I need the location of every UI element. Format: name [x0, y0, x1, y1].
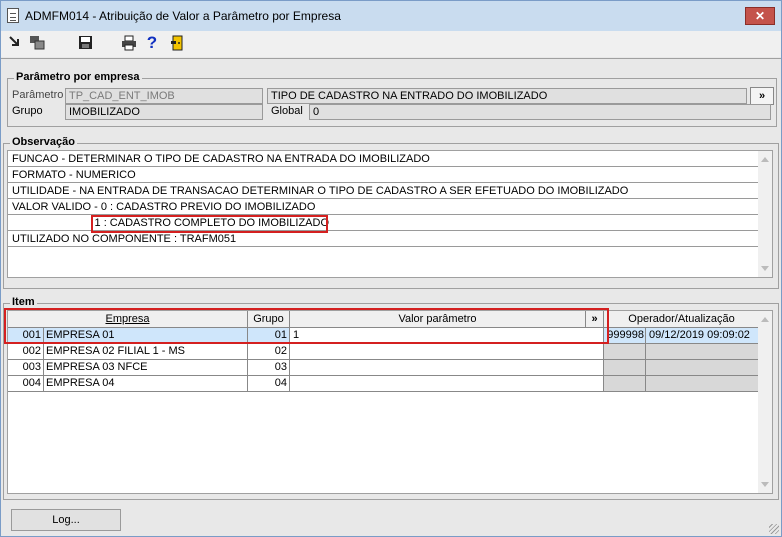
table-cell-grupo[interactable]: 04 [248, 376, 290, 392]
table-cell-operador [604, 360, 646, 376]
scroll-up-icon[interactable] [761, 317, 769, 322]
window-title: ADMFM014 - Atribuição de Valor a Parâmet… [25, 9, 341, 23]
highlight-box-valor-completo [91, 215, 328, 233]
table-cell-atualizacao[interactable]: 09/12/2019 09:09:02 [646, 328, 760, 344]
global-label: Global [271, 105, 303, 117]
observacao-line: UTILIDADE - NA ENTRADA DE TRANSACAO DETE… [8, 183, 760, 199]
exit-icon[interactable] [169, 35, 185, 51]
observacao-box[interactable]: FUNCAO - DETERMINAR O TIPO DE CADASTRO N… [7, 150, 773, 278]
toolbar: ? [1, 31, 781, 57]
help-icon[interactable]: ? [144, 34, 160, 51]
grupo-field[interactable]: IMOBILIZADO [65, 104, 263, 120]
table-cell-codigo[interactable]: 004 [8, 376, 44, 392]
table-cell-empresa[interactable]: EMPRESA 03 NFCE [44, 360, 248, 376]
parametro-label: Parâmetro [12, 89, 64, 101]
scroll-down-icon[interactable] [761, 266, 769, 271]
table-cell-empresa[interactable]: EMPRESA 04 [44, 376, 248, 392]
table-cell-empresa[interactable]: EMPRESA 02 FILIAL 1 - MS [44, 344, 248, 360]
observacao-line: FORMATO - NUMERICO [8, 167, 760, 183]
toolbar-separator [1, 58, 781, 59]
parametro-field[interactable]: TP_CAD_ENT_IMOB [65, 88, 263, 104]
item-group-title: Item [10, 296, 37, 308]
observacao-line: VALOR VALIDO - 0 : CADASTRO PREVIO DO IM… [8, 199, 760, 215]
highlight-box-valor-parametro [4, 308, 609, 344]
item-grid-scrollbar[interactable] [758, 311, 772, 493]
global-field[interactable]: 0 [309, 104, 771, 120]
table-cell-operador [604, 376, 646, 392]
table-cell-codigo[interactable]: 003 [8, 360, 44, 376]
scroll-down-icon[interactable] [761, 482, 769, 487]
table-cell-atualizacao [646, 360, 760, 376]
observacao-line: FUNCAO - DETERMINAR O TIPO DE CADASTRO N… [8, 151, 760, 167]
log-button[interactable]: Log... [11, 509, 121, 531]
table-cell-codigo[interactable]: 002 [8, 344, 44, 360]
scroll-up-icon[interactable] [761, 157, 769, 162]
save-icon[interactable] [77, 35, 93, 51]
table-cell-valor[interactable] [290, 376, 604, 392]
main-window: ADMFM014 - Atribuição de Valor a Parâmet… [0, 0, 782, 537]
grupo-label: Grupo [12, 105, 43, 117]
title-bar: ADMFM014 - Atribuição de Valor a Parâmet… [1, 1, 781, 31]
table-cell-valor[interactable] [290, 360, 604, 376]
close-button[interactable]: ✕ [745, 7, 775, 25]
arrow-icon[interactable] [7, 35, 23, 51]
resize-grip-icon[interactable] [769, 524, 779, 534]
observacao-scrollbar[interactable] [758, 151, 772, 277]
windows-icon[interactable] [29, 35, 45, 51]
table-cell-operador [604, 344, 646, 360]
table-cell-operador[interactable]: 999998 [604, 328, 646, 344]
observacao-line: UTILIZADO NO COMPONENTE : TRAFM051 [8, 231, 760, 247]
table-cell-valor[interactable] [290, 344, 604, 360]
parametro-descricao-field[interactable]: TIPO DE CADASTRO NA ENTRADO DO IMOBILIZA… [267, 88, 747, 104]
table-cell-grupo[interactable]: 02 [248, 344, 290, 360]
table-cell-atualizacao [646, 376, 760, 392]
parametro-more-button[interactable]: » [750, 87, 774, 105]
print-icon[interactable] [121, 35, 137, 51]
column-header-operador[interactable]: Operador/Atualização [604, 311, 760, 328]
document-icon [7, 8, 19, 23]
table-cell-atualizacao [646, 344, 760, 360]
parametro-group-title: Parâmetro por empresa [14, 71, 142, 83]
table-cell-grupo[interactable]: 03 [248, 360, 290, 376]
observacao-group-title: Observação [10, 136, 77, 148]
